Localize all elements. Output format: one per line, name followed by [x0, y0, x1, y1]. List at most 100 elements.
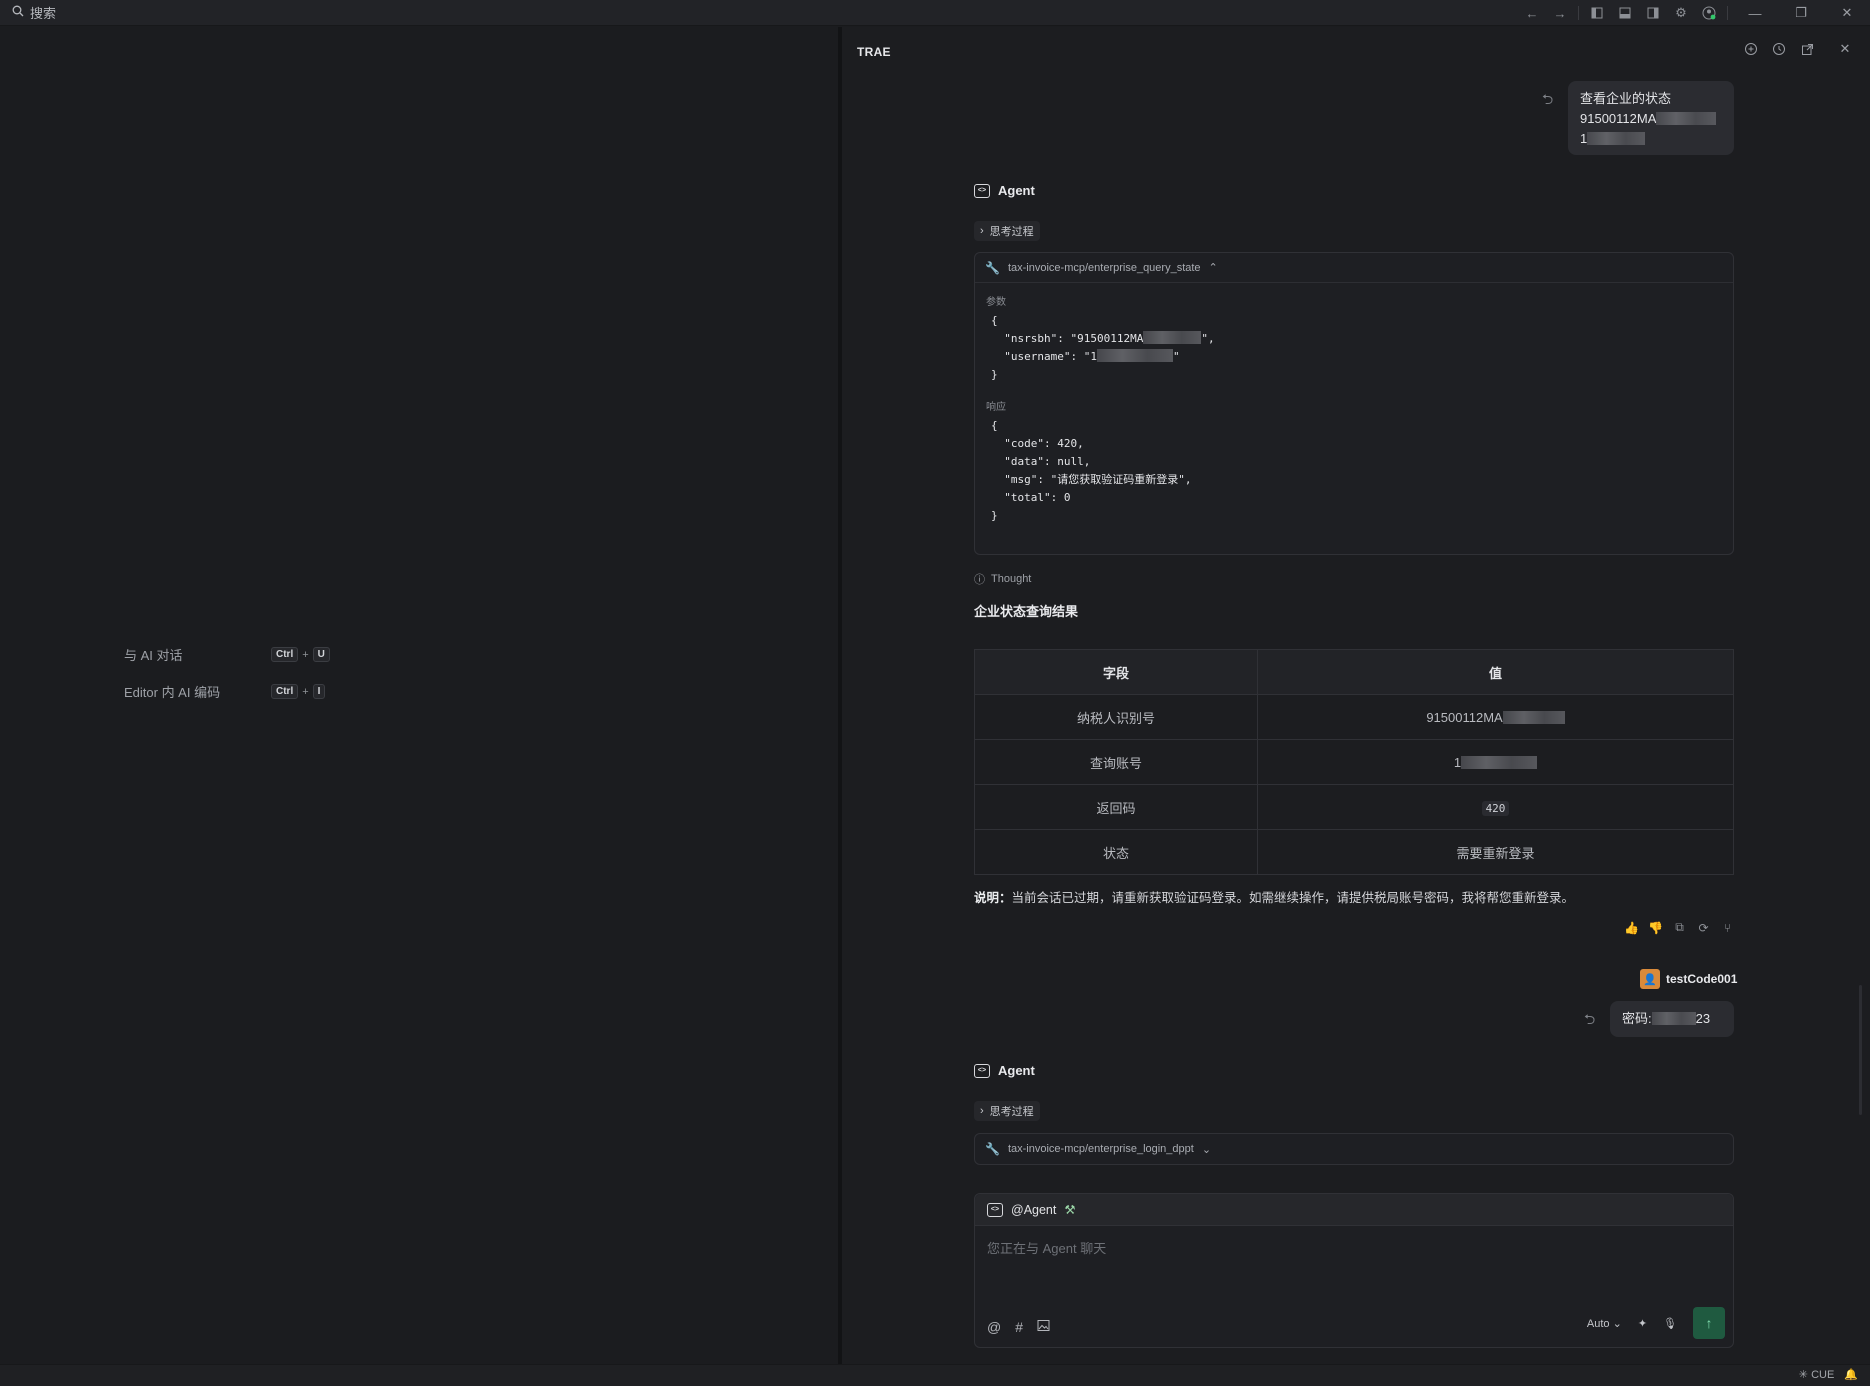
- title-bar: 搜索 ← → ⚙ — ❐ ✕: [0, 0, 1870, 26]
- table-row: 纳税人识别号 91500112MA: [974, 694, 1734, 740]
- chevron-right-icon: ›: [980, 225, 984, 237]
- thought-indicator[interactable]: ⓘ Thought: [974, 571, 1031, 587]
- model-select[interactable]: Auto ⌄: [1587, 1317, 1622, 1330]
- history-icon[interactable]: [1770, 40, 1788, 58]
- note-text: 当前会话已过期，请重新获取验证码登录。如需继续操作，请提供税局账号密码，我将帮您…: [1011, 891, 1575, 905]
- regenerate-icon[interactable]: ⟳: [1696, 920, 1711, 935]
- settings-gear-icon[interactable]: ⚙: [1667, 0, 1695, 26]
- response-code: { "code": 420, "data": null, "msg": "请您获…: [991, 419, 1192, 522]
- cell-value: 91500112MA: [1426, 709, 1503, 725]
- tools-icon[interactable]: ⚒: [1064, 1202, 1075, 1217]
- chevron-right-icon: ›: [980, 1105, 984, 1117]
- cell-value: 1: [1453, 754, 1462, 770]
- account-icon[interactable]: [1695, 0, 1723, 26]
- chevron-down-icon: ⌄: [1201, 1143, 1212, 1156]
- restore-icon[interactable]: ❐: [1778, 0, 1824, 26]
- user-message-line: 23: [1695, 1011, 1711, 1026]
- cue-status[interactable]: ✳ CUE: [1799, 1368, 1835, 1381]
- user-message-line: 密码:: [1622, 1011, 1652, 1026]
- chat-scrollbar[interactable]: [1859, 985, 1862, 1115]
- response-label: 响应: [986, 402, 1006, 413]
- tool-call-header[interactable]: 🔧 tax-invoice-mcp/enterprise_query_state…: [975, 253, 1733, 283]
- agent-icon: <>: [987, 1202, 1003, 1217]
- search-box[interactable]: 搜索: [0, 3, 56, 22]
- forward-arrow-icon[interactable]: →: [1546, 0, 1574, 26]
- shortcut-editor-ai: Editor 内 AI 编码 Ctrl + I: [124, 682, 326, 701]
- tool-name: tax-invoice-mcp/enterprise_login_dppt: [1007, 1143, 1194, 1155]
- table-cell-field: 状态: [974, 829, 1258, 875]
- table-cell-value: 1: [1257, 739, 1734, 785]
- toggle-bottom-panel-icon[interactable]: [1611, 0, 1639, 26]
- chat-input[interactable]: 您正在与 Agent 聊天: [987, 1238, 1106, 1257]
- agent-header: <> Agent: [974, 183, 1035, 198]
- explanation-text: 说明：当前会话已过期，请重新获取验证码登录。如需继续操作，请提供税局账号密码，我…: [974, 887, 1574, 906]
- table-cell-field: 查询账号: [974, 739, 1258, 785]
- shortcut-label: 与 AI 对话: [124, 648, 183, 663]
- thinking-process-toggle[interactable]: › 思考过程: [974, 221, 1040, 241]
- thumbs-down-icon[interactable]: 👎: [1648, 920, 1663, 935]
- search-label: 搜索: [30, 6, 57, 21]
- table-header: 值: [1257, 649, 1734, 695]
- branch-icon[interactable]: ⑂: [1720, 920, 1735, 935]
- agent-header: <> Agent: [974, 1063, 1035, 1078]
- sparkle-icon[interactable]: ✦: [1638, 1317, 1647, 1330]
- toggle-right-sidebar-icon[interactable]: [1639, 0, 1667, 26]
- thought-label: Thought: [991, 573, 1032, 585]
- close-panel-icon[interactable]: ✕: [1836, 40, 1854, 58]
- image-upload-icon[interactable]: [1037, 1319, 1050, 1335]
- tool-call-header[interactable]: 🔧 tax-invoice-mcp/enterprise_login_dppt …: [975, 1134, 1733, 1164]
- table-header-row: 字段 值: [974, 649, 1734, 695]
- at-mention-icon[interactable]: @: [987, 1319, 1001, 1335]
- tool-call-card: 🔧 tax-invoice-mcp/enterprise_login_dppt …: [974, 1133, 1734, 1165]
- status-bar: ✳ CUE 🔔: [0, 1364, 1870, 1386]
- redacted-blur: [1096, 349, 1173, 362]
- agent-mention-bar: <> @Agent ⚒: [975, 1194, 1733, 1226]
- redacted-blur: [1502, 710, 1565, 724]
- thumbs-up-icon[interactable]: 👍: [1624, 920, 1639, 935]
- thinking-label: 思考过程: [989, 226, 1034, 238]
- table-cell-field: 纳税人识别号: [974, 694, 1258, 740]
- microphone-icon[interactable]: 🎙: [1663, 1317, 1677, 1330]
- open-external-icon[interactable]: [1798, 40, 1816, 58]
- params-label: 参数: [986, 297, 1006, 308]
- shortcut-key: Ctrl: [271, 647, 299, 662]
- chevron-up-icon: ⌃: [1208, 262, 1218, 274]
- info-icon: ⓘ: [974, 574, 985, 586]
- note-bold: 说明：: [974, 891, 1012, 905]
- shortcut-ai-chat: 与 AI 对话 Ctrl + U: [124, 645, 330, 664]
- agent-mention[interactable]: @Agent: [1011, 1203, 1056, 1217]
- wrench-icon: 🔧: [985, 1142, 1000, 1156]
- notification-bell-icon[interactable]: 🔔: [1844, 1368, 1858, 1381]
- toggle-left-sidebar-icon[interactable]: [1583, 0, 1611, 26]
- table-cell-field: 返回码: [974, 784, 1258, 830]
- search-icon: [12, 5, 24, 20]
- code-line: {: [991, 314, 998, 327]
- copy-icon[interactable]: ⧉: [1672, 920, 1687, 935]
- thinking-label: 思考过程: [989, 1106, 1034, 1118]
- user-message-line: 1: [1580, 131, 1588, 146]
- revert-icon[interactable]: ⮌: [1584, 1009, 1595, 1033]
- code-chip: 420: [1481, 800, 1510, 816]
- revert-icon[interactable]: ⮌: [1542, 89, 1553, 113]
- hash-context-icon[interactable]: #: [1015, 1319, 1023, 1335]
- agent-icon: <>: [974, 1063, 990, 1078]
- ai-chat-panel: TRAE ✕ ⮌ 查看企业的状态 91500112MA 1 <> Agent ›…: [842, 27, 1870, 1364]
- send-button[interactable]: ↑: [1693, 1307, 1725, 1339]
- result-heading: 企业状态查询结果: [974, 604, 1079, 619]
- user-name: testCode001: [1666, 972, 1738, 986]
- minimize-icon[interactable]: —: [1732, 0, 1778, 26]
- tool-name: tax-invoice-mcp/enterprise_query_state: [1007, 261, 1201, 274]
- toolbar-divider: [1727, 6, 1728, 20]
- redacted-blur: [1143, 331, 1202, 344]
- redacted-blur: [1461, 755, 1538, 769]
- table-cell-value: 420: [1257, 784, 1734, 830]
- shortcut-key: I: [312, 684, 326, 699]
- editor-empty-area: 与 AI 对话 Ctrl + U Editor 内 AI 编码 Ctrl + I: [0, 27, 838, 1364]
- new-chat-icon[interactable]: [1742, 40, 1760, 58]
- avatar: 👤: [1640, 969, 1660, 989]
- close-window-icon[interactable]: ✕: [1824, 0, 1870, 26]
- back-arrow-icon[interactable]: ←: [1518, 0, 1546, 26]
- message-actions: 👍 👎 ⧉ ⟳ ⑂: [1624, 920, 1735, 935]
- cue-label: CUE: [1811, 1369, 1835, 1381]
- thinking-process-toggle[interactable]: › 思考过程: [974, 1101, 1040, 1121]
